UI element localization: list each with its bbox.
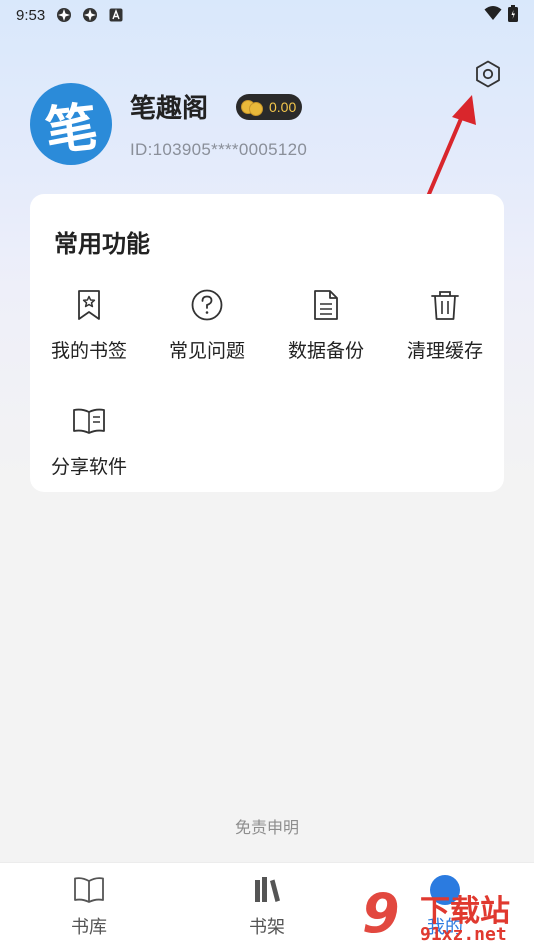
disclaimer-link[interactable]: 免责申明 <box>0 814 534 838</box>
site-watermark: 9 下载站 91xz.net <box>358 880 534 950</box>
watermark-url: 91xz.net <box>420 924 507 945</box>
trash-icon <box>428 288 462 322</box>
font-notification-icon <box>107 6 125 24</box>
nav-tab-bookshelf[interactable]: 书架 <box>207 873 327 945</box>
nav-label: 书架 <box>249 917 285 938</box>
bookshelf-icon <box>250 873 284 907</box>
coin-balance-badge[interactable]: 0.00 <box>236 94 302 120</box>
battery-icon <box>508 4 518 26</box>
watermark-number: 9 <box>362 882 400 945</box>
document-icon <box>309 288 343 322</box>
function-bookmarks[interactable]: 我的书签 <box>30 288 148 378</box>
function-label: 清理缓存 <box>406 340 483 362</box>
user-id: ID:103905****0005120 <box>130 140 308 159</box>
status-time: 9:53 <box>16 6 46 24</box>
username: 笔趣阁 <box>130 94 209 124</box>
wifi-icon <box>484 5 502 25</box>
bookmark-icon <box>72 288 106 322</box>
function-label: 数据备份 <box>287 340 364 362</box>
function-clear-cache[interactable]: 清理缓存 <box>386 288 504 378</box>
avatar[interactable]: 笔 <box>30 83 112 165</box>
function-faq[interactable]: 常见问题 <box>148 288 266 378</box>
function-label: 我的书签 <box>50 340 127 362</box>
coin-value: 0.00 <box>269 99 297 115</box>
card-title: 常用功能 <box>54 230 150 258</box>
open-book-icon <box>72 404 106 438</box>
nav-tab-library[interactable]: 书库 <box>29 873 149 945</box>
settings-button[interactable] <box>472 60 504 92</box>
nav-label: 书库 <box>71 917 107 938</box>
avatar-logo: 笔 <box>42 95 101 163</box>
function-label: 分享软件 <box>50 456 127 478</box>
app-notification-icon <box>81 6 99 24</box>
book-icon <box>72 873 106 907</box>
app-notification-icon <box>55 6 73 24</box>
function-data-backup[interactable]: 数据备份 <box>267 288 385 378</box>
common-functions-card: 常用功能 我的书签 常见问题 数据备份 清理缓存 分享软件 <box>30 194 504 492</box>
function-label: 常见问题 <box>168 340 245 362</box>
hexagon-gear-icon <box>473 59 503 93</box>
question-icon <box>190 288 224 322</box>
coins-icon <box>241 98 265 116</box>
function-share-app[interactable]: 分享软件 <box>30 404 148 494</box>
status-bar: 9:53 <box>0 0 534 30</box>
